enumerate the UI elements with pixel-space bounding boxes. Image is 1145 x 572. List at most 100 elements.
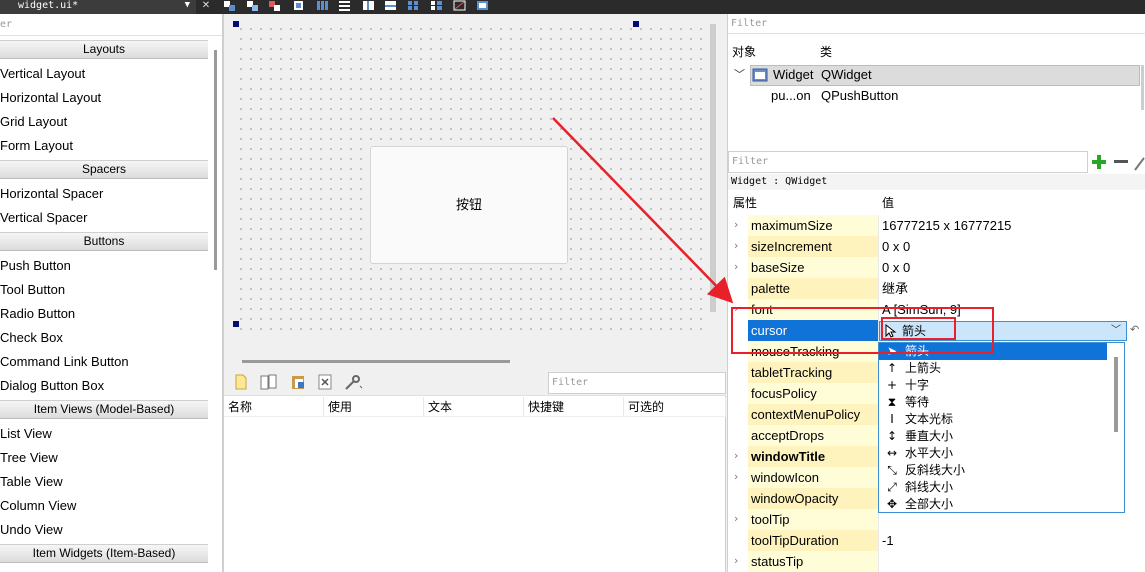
expand-arrow-icon[interactable]: › [734,261,744,273]
property-value-cell[interactable] [878,278,1145,299]
layout-splitter-h-icon[interactable] [362,0,375,11]
layout-form-icon[interactable] [430,0,443,11]
action-column-header[interactable]: 可选的 [624,397,726,417]
layout-vertical-icon[interactable] [338,0,351,11]
action-column-header[interactable]: 快捷键 [524,397,624,417]
action-column-header[interactable]: 使用 [324,397,424,417]
value-column-header[interactable]: 值 [882,192,894,214]
widget-category-header[interactable]: Item Views (Model-Based) [0,400,208,419]
widget-item[interactable]: Dialog Button Box [0,374,208,398]
layout-splitter-v-icon[interactable] [384,0,397,11]
class-column-header[interactable]: 类 [816,41,1016,63]
expand-arrow-icon[interactable]: › [734,513,744,525]
expand-arrow-icon[interactable]: › [734,450,744,462]
form-horizontal-scrollbar[interactable] [242,360,510,363]
remove-property-icon[interactable] [1112,152,1130,172]
widget-item[interactable]: Grid Layout [0,110,208,134]
property-row[interactable]: toolTipDuration -1 [728,530,1145,551]
property-value-cell[interactable] [878,257,1145,278]
property-value-cell[interactable] [878,551,1145,572]
delete-action-icon[interactable] [318,374,332,390]
property-row[interactable]: › maximumSize 16777215 x 16777215 [728,215,1145,236]
add-property-icon[interactable] [1090,152,1108,172]
configure-icon[interactable] [1134,152,1145,172]
action-filter-input[interactable]: Filter [548,372,726,394]
layout-grid-icon[interactable] [407,0,420,11]
edit-tab-order-icon[interactable] [292,0,305,11]
adjust-size-icon[interactable] [476,0,489,11]
expand-arrow-icon[interactable]: › [734,471,744,483]
widget-item[interactable]: Vertical Spacer [0,206,208,230]
property-value-cell[interactable] [878,236,1145,257]
cursor-option[interactable]: ↔ 水平大小 [879,445,1107,462]
cursor-option[interactable]: ↕ 垂直大小 [879,428,1107,445]
edit-widgets-icon[interactable] [223,0,236,11]
widget-category-header[interactable]: Layouts [0,40,208,59]
form-vertical-scrollbar[interactable] [710,24,716,312]
action-column-header[interactable]: 文本 [424,397,524,417]
widget-item[interactable]: List View [0,422,208,446]
widget-item[interactable]: List Widget [0,566,208,572]
cursor-option[interactable]: ✥ 全部大小 [879,496,1107,513]
edit-buddies-icon[interactable] [268,0,281,11]
cursor-option[interactable]: ⧗ 等待 [879,394,1107,411]
property-row[interactable]: › font A [SimSun, 9] [728,299,1145,320]
action-column-header[interactable]: 名称 [224,397,324,417]
new-action-icon[interactable] [234,374,248,390]
property-row[interactable]: palette 继承 [728,278,1145,299]
widget-item[interactable]: Form Layout [0,134,208,158]
object-row[interactable]: pu...on QPushButton [732,86,1140,107]
chevron-down-icon[interactable]: ﹀ [734,65,745,85]
property-filter-input[interactable]: Filter [728,151,1088,173]
property-row[interactable]: › baseSize 0 x 0 [728,257,1145,278]
widget-box-scrollbar[interactable] [214,50,217,270]
property-row[interactable]: › statusTip [728,551,1145,572]
widget-item[interactable]: Column View [0,494,208,518]
cursor-option[interactable]: ⤢ 斜线大小 [879,479,1107,496]
property-value-cell[interactable] [878,530,1145,551]
widget-item[interactable]: Vertical Layout [0,62,208,86]
configure-icon[interactable] [344,374,364,390]
widget-item[interactable]: Horizontal Layout [0,86,208,110]
cursor-dropdown-list[interactable]: ➤ 箭头 ↑ 上箭头 + 十字 ⧗ 等待 I 文本光标 ↕ 垂直大小 ↔ 水平大小 ⤡ 反斜线大小 ⤢ 斜线大小 ✥… [878,342,1125,513]
dropdown-scrollbar[interactable] [1114,357,1118,432]
object-inspector-scrollbar[interactable] [1141,65,1144,110]
reset-icon[interactable]: ↶ [1130,323,1142,337]
selection-handle[interactable] [633,21,639,27]
widget-item[interactable]: Command Link Button [0,350,208,374]
widget-item[interactable]: Push Button [0,254,208,278]
widget-item[interactable]: Undo View [0,518,208,542]
cursor-combo-box[interactable]: 箭头 ﹀ [879,321,1127,341]
widget-category-header[interactable]: Item Widgets (Item-Based) [0,544,208,563]
form-canvas[interactable]: 按钮 [233,21,710,338]
expand-arrow-icon[interactable]: › [734,303,744,315]
property-row[interactable]: › sizeIncrement 0 x 0 [728,236,1145,257]
object-row[interactable]: ﹀ Widget QWidget [732,65,1140,86]
selection-handle[interactable] [233,21,239,27]
property-column-header[interactable]: 属性 [733,192,757,214]
object-column-header[interactable]: 对象 [728,41,816,63]
edit-signals-icon[interactable] [246,0,259,11]
cursor-option[interactable]: ↑ 上箭头 [879,360,1107,377]
widget-item[interactable]: Tool Button [0,278,208,302]
widget-filter-input[interactable]: er [0,16,224,36]
object-filter-input[interactable]: Filter [728,14,1145,34]
file-tab[interactable]: widget.ui* ▼ [0,0,196,14]
cursor-option[interactable]: ⤡ 反斜线大小 [879,462,1107,479]
paste-action-icon[interactable] [290,374,306,390]
expand-arrow-icon[interactable]: › [734,219,744,231]
layout-horizontal-icon[interactable] [316,0,329,11]
widget-category-header[interactable]: Buttons [0,232,208,251]
cursor-option[interactable]: I 文本光标 [879,411,1107,428]
expand-arrow-icon[interactable]: › [734,240,744,252]
widget-item[interactable]: Table View [0,470,208,494]
widget-category-header[interactable]: Spacers [0,160,208,179]
widget-item[interactable]: Tree View [0,446,208,470]
widget-item[interactable]: Horizontal Spacer [0,182,208,206]
cursor-option[interactable]: + 十字 [879,377,1107,394]
chevron-down-icon[interactable]: ▼ [185,0,190,11]
break-layout-icon[interactable] [453,0,466,11]
push-button[interactable]: 按钮 [370,146,568,264]
widget-item[interactable]: Check Box [0,326,208,350]
property-row[interactable]: cursor 箭头 ﹀ ↶ [728,320,1145,341]
